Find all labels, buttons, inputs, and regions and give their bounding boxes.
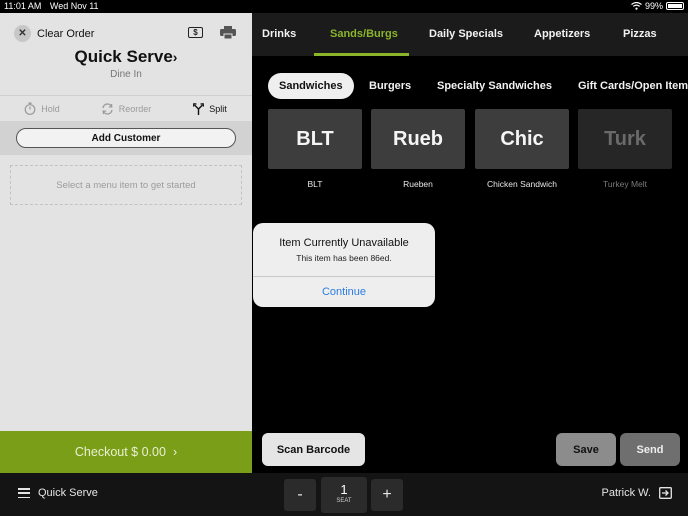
empty-order-placeholder: Select a menu item to get started xyxy=(10,165,242,205)
subtab-sandwiches[interactable]: Sandwiches xyxy=(268,73,354,99)
menu-item-label: Turkey Melt xyxy=(602,179,648,189)
dialog-message: This item has been 86ed. xyxy=(296,253,392,263)
cash-drawer-icon[interactable]: $ xyxy=(188,27,203,38)
continue-button[interactable]: Continue xyxy=(253,277,435,307)
order-panel: ✕ Clear Order $ Quick Serve› Dine In Hol… xyxy=(0,13,252,473)
status-left: 11:01 AM Wed Nov 11 xyxy=(4,1,105,11)
split-icon xyxy=(193,102,205,115)
hold-button[interactable]: Hold xyxy=(0,96,84,121)
chevron-right-icon: › xyxy=(172,445,178,459)
dialog-title: Item Currently Unavailable xyxy=(279,237,409,249)
item-unavailable-dialog: Item Currently Unavailable This item has… xyxy=(253,223,435,307)
customer-section: Add Customer xyxy=(0,121,252,155)
checkout-button[interactable]: Checkout $ 0.00 › xyxy=(0,431,252,473)
subtab-specialty-sandwiches[interactable]: Specialty Sandwiches xyxy=(437,73,552,99)
order-header: ✕ Clear Order $ Quick Serve› Dine In xyxy=(0,13,252,93)
seat-decrement-button[interactable]: - xyxy=(284,479,316,511)
status-date: Wed Nov 11 xyxy=(49,1,99,11)
battery-percent: 99% xyxy=(644,1,663,11)
status-right: 99% xyxy=(631,1,684,11)
user-name: Patrick W. xyxy=(601,487,651,499)
status-bar: 11:01 AM Wed Nov 11 99% xyxy=(0,0,688,13)
menu-item-tile[interactable]: Rueb xyxy=(371,109,465,169)
tab-sands-burgs[interactable]: Sands/Burgs xyxy=(330,13,398,56)
order-actions: Hold Reorder Split xyxy=(0,95,252,121)
active-tab-indicator xyxy=(314,53,409,56)
scan-barcode-button[interactable]: Scan Barcode xyxy=(262,433,365,466)
reorder-button[interactable]: Reorder xyxy=(84,96,168,121)
menu-item-tile-unavailable[interactable]: Turk xyxy=(578,109,672,169)
battery-icon xyxy=(666,2,684,10)
chevron-right-icon: › xyxy=(172,49,178,65)
menu-item-label: BLT xyxy=(307,179,323,189)
add-customer-button[interactable]: Add Customer xyxy=(16,128,236,148)
menu-item-label: Rueben xyxy=(403,179,433,189)
menu-item-tile[interactable]: Chic xyxy=(475,109,569,169)
clear-order-button[interactable]: ✕ Clear Order xyxy=(14,25,94,42)
logout-icon xyxy=(659,487,672,499)
main-menu-button[interactable]: Quick Serve xyxy=(18,487,98,499)
hamburger-icon xyxy=(18,488,30,498)
seat-increment-button[interactable]: + xyxy=(371,479,403,511)
printer-icon[interactable] xyxy=(220,26,236,39)
save-button[interactable]: Save xyxy=(556,433,616,466)
main-menu-label: Quick Serve xyxy=(38,487,98,499)
order-title-text: Quick Serve xyxy=(74,47,173,66)
subtab-burgers[interactable]: Burgers xyxy=(369,73,411,99)
order-title[interactable]: Quick Serve› xyxy=(0,47,252,67)
user-logout-button[interactable]: Patrick W. xyxy=(601,487,672,499)
menu-item-tile[interactable]: BLT xyxy=(268,109,362,169)
tab-pizzas[interactable]: Pizzas xyxy=(623,13,657,56)
bottom-bar: Quick Serve - 1 SEAT + Patrick W. xyxy=(0,473,688,516)
order-type: Dine In xyxy=(110,69,142,80)
split-button[interactable]: Split xyxy=(168,96,252,121)
tab-daily-specials[interactable]: Daily Specials xyxy=(429,13,503,56)
seat-label: SEAT xyxy=(336,498,352,504)
subtab-gift-cards[interactable]: Gift Cards/Open Item xyxy=(578,73,688,99)
reorder-label: Reorder xyxy=(118,103,152,114)
checkout-label: Checkout $ 0.00 xyxy=(74,445,166,459)
refresh-icon xyxy=(102,102,113,115)
menu-item-label: Chicken Sandwich xyxy=(487,179,557,189)
stopwatch-icon xyxy=(24,102,36,115)
hold-label: Hold xyxy=(41,103,60,114)
category-tabs: Drinks Sands/Burgs Daily Specials Appeti… xyxy=(252,13,688,56)
clear-order-label: Clear Order xyxy=(37,27,95,40)
tab-drinks[interactable]: Drinks xyxy=(262,13,296,56)
send-button[interactable]: Send xyxy=(620,433,680,466)
tab-appetizers[interactable]: Appetizers xyxy=(534,13,590,56)
seat-selector[interactable]: 1 SEAT xyxy=(321,477,367,513)
wifi-icon xyxy=(631,2,642,10)
close-icon: ✕ xyxy=(14,25,31,42)
seat-number: 1 xyxy=(340,482,348,497)
status-time: 11:01 AM xyxy=(4,1,42,11)
split-label: Split xyxy=(209,103,227,114)
